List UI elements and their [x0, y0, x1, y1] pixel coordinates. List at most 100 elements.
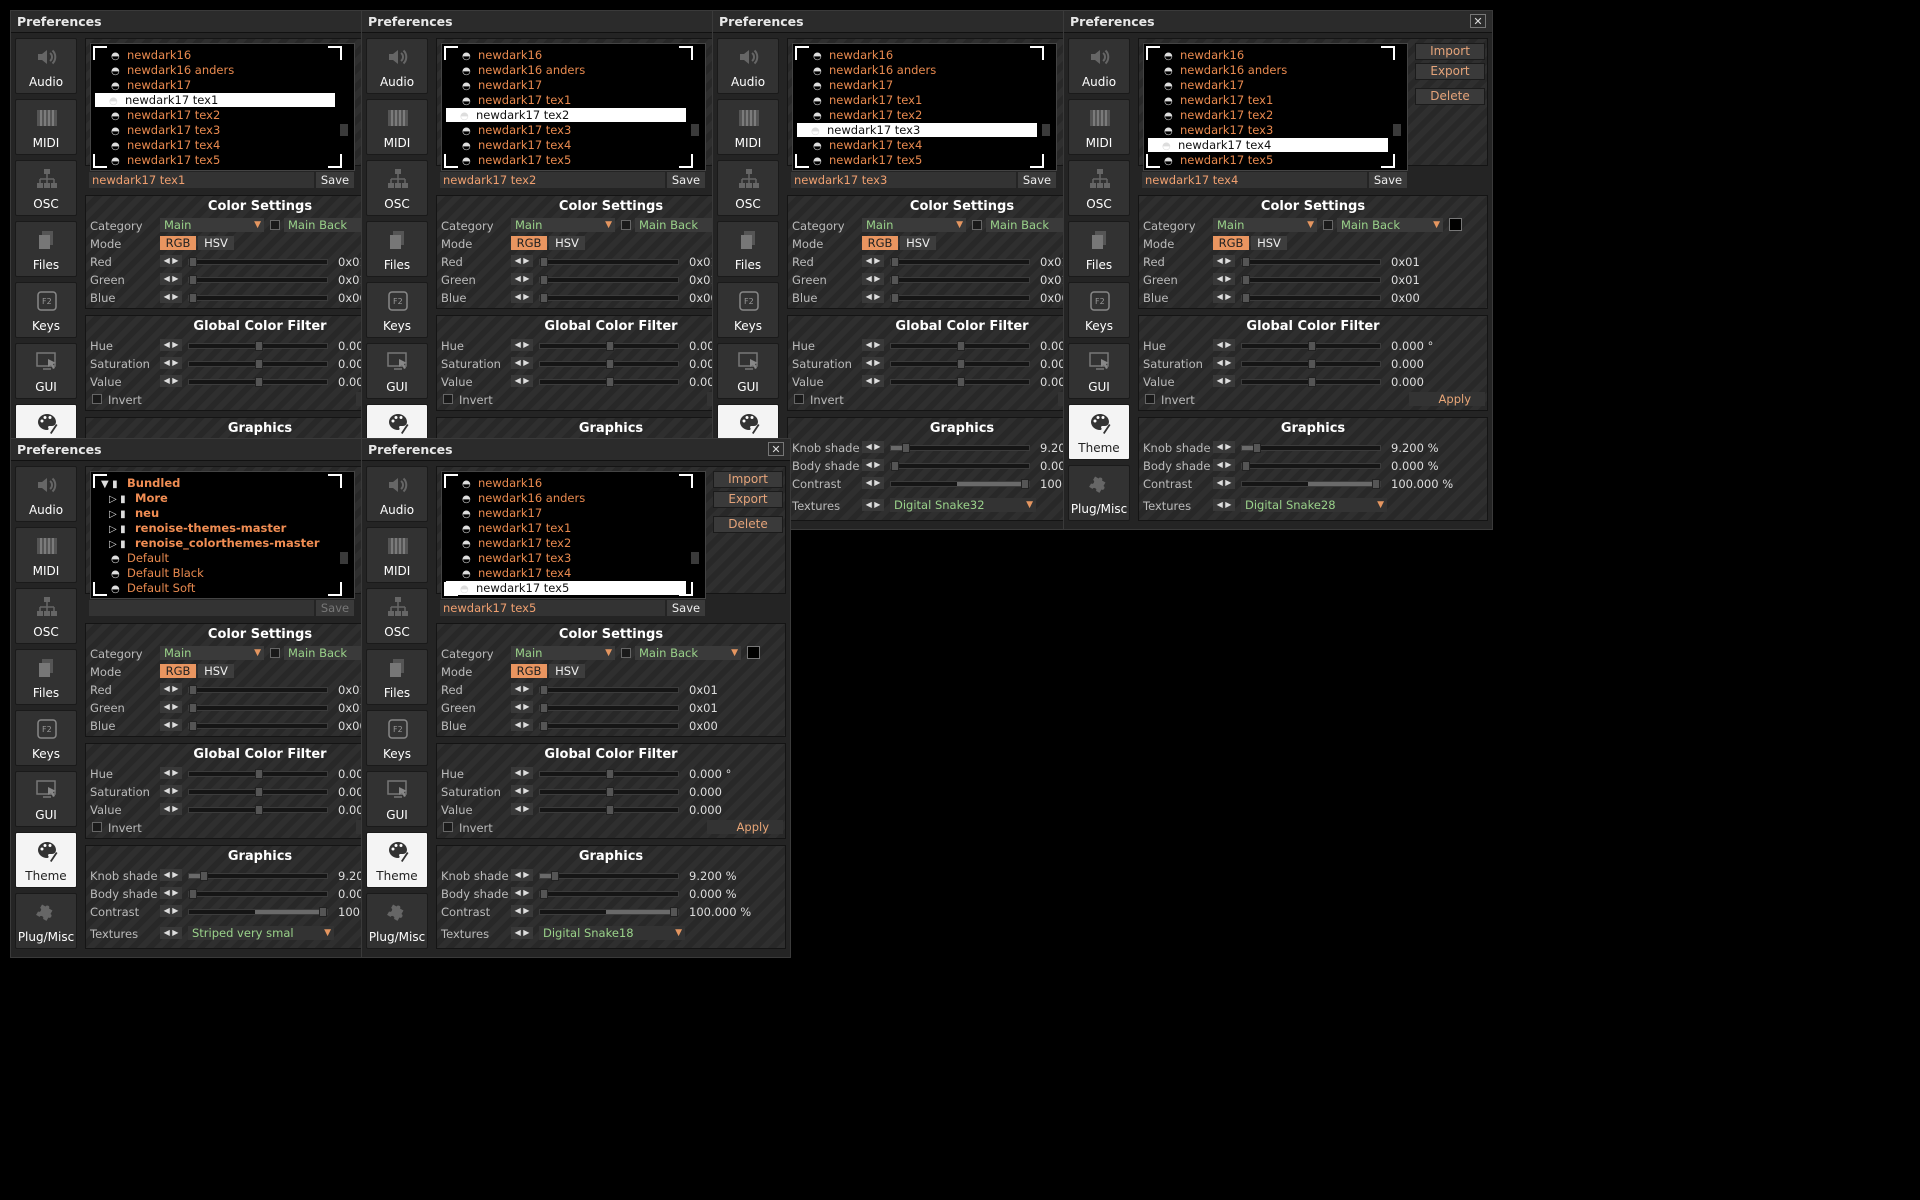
green-slider[interactable] — [188, 275, 328, 285]
value-stepper[interactable]: ◀ ▶ — [160, 375, 182, 387]
list-item[interactable]: ◓ newdark16 anders — [799, 63, 936, 77]
knob-shade-stepper[interactable]: ◀ ▶ — [1213, 441, 1235, 453]
list-item[interactable]: ◓ newdark17 tex3 — [797, 123, 1037, 137]
list-item[interactable]: ◓ newdark16 — [448, 476, 542, 490]
knob-shade-stepper[interactable]: ◀ ▶ — [160, 869, 182, 881]
mode-rgb-button[interactable]: RGB — [862, 236, 898, 250]
value-slider[interactable] — [188, 377, 328, 387]
nav-plug-misc[interactable]: Plug/Misc — [1068, 465, 1130, 521]
green-slider[interactable] — [188, 703, 328, 713]
theme-name-field[interactable] — [89, 600, 314, 616]
list-item[interactable]: ◓ newdark17 tex4 — [799, 138, 922, 152]
list-item[interactable]: ◓ newdark17 — [799, 78, 893, 92]
contrast-stepper[interactable]: ◀ ▶ — [862, 477, 884, 489]
green-stepper[interactable]: ◀ ▶ — [862, 273, 884, 285]
red-stepper[interactable]: ◀ ▶ — [511, 683, 533, 695]
nav-midi[interactable]: MIDI — [717, 99, 779, 155]
list-item[interactable]: ◓ newdark17 tex3 — [448, 551, 571, 565]
value-slider[interactable] — [539, 805, 679, 815]
invert-checkbox[interactable] — [794, 394, 804, 404]
mode-rgb-button[interactable]: RGB — [160, 664, 196, 678]
list-item[interactable]: ◓ newdark17 tex5 — [446, 581, 686, 595]
hue-stepper[interactable]: ◀ ▶ — [511, 339, 533, 351]
list-item[interactable]: ◓ Default Black — [97, 566, 204, 580]
import-button[interactable]: Import — [713, 471, 783, 488]
hue-stepper[interactable]: ◀ ▶ — [862, 339, 884, 351]
mode-rgb-button[interactable]: RGB — [1213, 236, 1249, 250]
green-slider[interactable] — [539, 275, 679, 285]
list-scrollbar[interactable] — [691, 124, 699, 136]
list-item[interactable]: ◓ newdark17 tex3 — [448, 123, 571, 137]
nav-files[interactable]: Files — [717, 221, 779, 277]
green-slider[interactable] — [539, 703, 679, 713]
nav-midi[interactable]: MIDI — [366, 527, 428, 583]
nav-keys[interactable]: F2 Keys — [366, 710, 428, 766]
theme-name-field[interactable]: newdark17 tex2 — [440, 172, 665, 188]
title-bar[interactable]: Preferences ✕ — [1064, 11, 1492, 33]
hue-slider[interactable] — [188, 769, 328, 779]
nav-gui[interactable]: GUI — [1068, 343, 1130, 399]
textures-select[interactable]: Digital Snake32 ▼ — [890, 498, 1036, 512]
theme-list[interactable]: ◓ newdark16 ◓ newdark16 anders ◓ newdark17 ◓ ne… — [441, 471, 706, 599]
apply-button[interactable]: Apply — [1409, 392, 1485, 406]
value-stepper[interactable]: ◀ ▶ — [511, 803, 533, 815]
knob-shade-slider[interactable] — [188, 871, 328, 881]
list-item[interactable]: ◓ newdark17 tex1 — [1150, 93, 1273, 107]
export-button[interactable]: Export — [713, 491, 783, 508]
mode-rgb-button[interactable]: RGB — [160, 236, 196, 250]
nav-plug-misc[interactable]: Plug/Misc — [366, 893, 428, 949]
saturation-stepper[interactable]: ◀ ▶ — [160, 785, 182, 797]
mode-hsv-button[interactable]: HSV — [549, 664, 585, 678]
save-button[interactable]: Save — [1018, 172, 1056, 188]
blue-slider[interactable] — [188, 293, 328, 303]
body-shade-stepper[interactable]: ◀ ▶ — [511, 887, 533, 899]
textures-stepper[interactable]: ◀ ▶ — [1213, 499, 1235, 511]
textures-stepper[interactable]: ◀ ▶ — [160, 927, 182, 939]
mode-rgb-button[interactable]: RGB — [511, 236, 547, 250]
value-slider[interactable] — [890, 377, 1030, 387]
contrast-slider[interactable] — [539, 907, 679, 917]
category-checkbox[interactable] — [972, 220, 982, 230]
body-shade-slider[interactable] — [890, 461, 1030, 471]
list-item[interactable]: ◓ newdark17 tex2 — [448, 536, 571, 550]
green-stepper[interactable]: ◀ ▶ — [160, 701, 182, 713]
hue-slider[interactable] — [1241, 341, 1381, 351]
list-item[interactable]: ◓ newdark16 anders — [97, 63, 234, 77]
textures-stepper[interactable]: ◀ ▶ — [511, 927, 533, 939]
theme-name-field[interactable]: newdark17 tex3 — [791, 172, 1016, 188]
nav-midi[interactable]: MIDI — [1068, 99, 1130, 155]
list-item[interactable]: ◓ newdark17 tex5 — [1150, 153, 1273, 167]
hue-stepper[interactable]: ◀ ▶ — [160, 767, 182, 779]
list-item[interactable]: ◓ newdark16 — [448, 48, 542, 62]
list-item[interactable]: ◓ newdark17 tex3 — [97, 123, 220, 137]
textures-select[interactable]: Digital Snake28 ▼ — [1241, 498, 1387, 512]
hue-stepper[interactable]: ◀ ▶ — [160, 339, 182, 351]
color-swatch[interactable] — [747, 646, 760, 659]
body-shade-slider[interactable] — [539, 889, 679, 899]
red-slider[interactable] — [1241, 257, 1381, 267]
value-stepper[interactable]: ◀ ▶ — [511, 375, 533, 387]
list-item[interactable]: ▷ ▮ neu — [105, 506, 159, 520]
body-shade-stepper[interactable]: ◀ ▶ — [1213, 459, 1235, 471]
saturation-slider[interactable] — [539, 359, 679, 369]
invert-checkbox[interactable] — [92, 394, 102, 404]
red-stepper[interactable]: ◀ ▶ — [1213, 255, 1235, 267]
saturation-slider[interactable] — [1241, 359, 1381, 369]
category-select[interactable]: Main ▼ — [160, 218, 264, 232]
list-item[interactable]: ◓ Default — [97, 551, 169, 565]
saturation-slider[interactable] — [539, 787, 679, 797]
mode-hsv-button[interactable]: HSV — [198, 236, 234, 250]
hue-slider[interactable] — [539, 341, 679, 351]
list-scrollbar[interactable] — [1042, 124, 1050, 136]
list-item[interactable]: ◓ newdark17 tex5 — [799, 153, 922, 167]
value-slider[interactable] — [188, 805, 328, 815]
green-stepper[interactable]: ◀ ▶ — [511, 701, 533, 713]
list-item[interactable]: ◓ newdark17 tex4 — [448, 566, 571, 580]
list-item[interactable]: ◓ newdark17 — [1150, 78, 1244, 92]
nav-audio[interactable]: Audio — [717, 38, 779, 94]
knob-shade-stepper[interactable]: ◀ ▶ — [511, 869, 533, 881]
list-scrollbar[interactable] — [1393, 124, 1401, 136]
red-stepper[interactable]: ◀ ▶ — [862, 255, 884, 267]
delete-button[interactable]: Delete — [1415, 88, 1485, 105]
blue-stepper[interactable]: ◀ ▶ — [160, 719, 182, 731]
